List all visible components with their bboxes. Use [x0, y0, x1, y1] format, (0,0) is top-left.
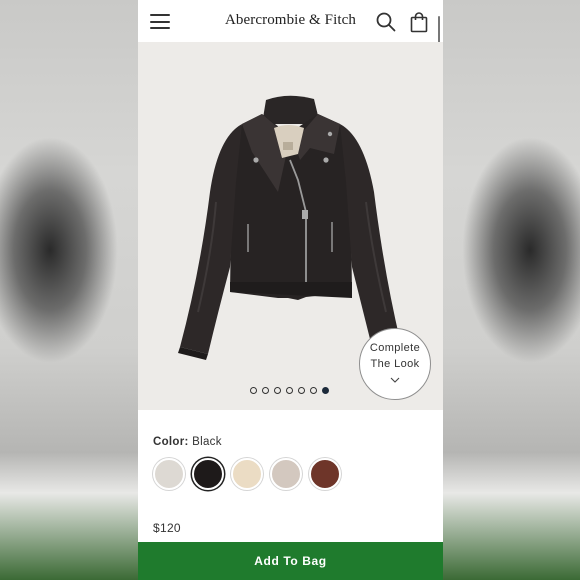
carousel-dot[interactable] [310, 387, 317, 394]
shopping-bag-icon[interactable] [410, 12, 428, 33]
product-page: Abercrombie & Fitch Complete The Look Co… [138, 0, 443, 580]
color-swatch[interactable] [231, 458, 263, 490]
color-swatch[interactable] [153, 458, 185, 490]
carousel-dot[interactable] [274, 387, 281, 394]
carousel-pagination [250, 387, 329, 395]
add-to-bag-button[interactable]: Add To Bag [138, 542, 443, 580]
product-price: $120 [153, 521, 181, 535]
top-nav-bar: Abercrombie & Fitch [138, 0, 443, 64]
carousel-dot[interactable] [322, 387, 329, 394]
color-swatch[interactable] [270, 458, 302, 490]
carousel-dot[interactable] [262, 387, 269, 394]
complete-look-label-line2: The Look [370, 358, 420, 370]
color-swatches [153, 458, 341, 490]
complete-look-label-line1: Complete [369, 342, 421, 354]
brand-logo[interactable]: Abercrombie & Fitch [138, 12, 443, 29]
search-icon[interactable] [376, 12, 396, 32]
carousel-dot[interactable] [298, 387, 305, 394]
color-swatch[interactable] [309, 458, 341, 490]
chevron-down-icon [390, 377, 400, 383]
color-label: Color: [153, 436, 189, 448]
color-selector-label: Color: Black [153, 436, 222, 448]
carousel-dot[interactable] [286, 387, 293, 394]
product-image-carousel[interactable]: Complete The Look [138, 42, 443, 410]
complete-the-look-button[interactable]: Complete The Look [359, 328, 431, 400]
color-swatch[interactable] [192, 458, 224, 490]
carousel-dot[interactable] [250, 387, 257, 394]
color-value: Black [192, 436, 222, 448]
